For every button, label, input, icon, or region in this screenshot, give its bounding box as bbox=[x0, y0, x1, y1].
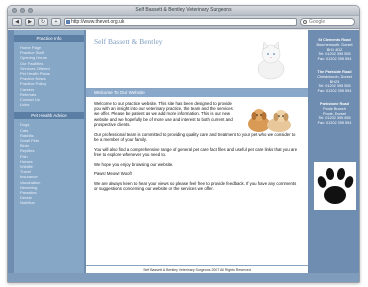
left-sidebar: Practice Info Home Page Practice Staff O… bbox=[14, 30, 84, 273]
url-text: http://www.thevet.org.uk bbox=[71, 19, 125, 25]
branch-parkstone: Parkstone Road Poole Branch Poole, Dorse… bbox=[310, 102, 359, 126]
branch-parkside: The Parkside Road Christchurch, Dorset B… bbox=[310, 70, 359, 94]
welcome-heading: Welcome To Our Website bbox=[86, 89, 308, 97]
main-content: Self Bassett & Bentley Welcome To Our We… bbox=[86, 30, 308, 273]
reload-button[interactable]: ↻ bbox=[38, 18, 48, 26]
health-panel-title: Pet Health Advice bbox=[14, 112, 84, 120]
search-icon bbox=[303, 20, 307, 24]
health-item[interactable]: Nutrition bbox=[20, 200, 81, 205]
page-footer: Self Bassett & Bentley Veterinary Surgeo… bbox=[86, 265, 308, 273]
sidebar-nav: Home Page Practice Staff Opening Hours O… bbox=[14, 42, 84, 107]
branch-line: Christchurch, Dorset BH23 bbox=[317, 74, 352, 84]
cat-photo bbox=[257, 41, 285, 80]
back-button[interactable]: ◀ bbox=[12, 18, 22, 26]
title-bar: Self Bassett & Bentley Veterinary Surgeo… bbox=[8, 6, 359, 16]
enjoy-paragraph: We hope you enjoy browsing our website. bbox=[94, 161, 174, 167]
right-sidebar: St Clements Road Bournemouth, Dorset BH1… bbox=[310, 30, 359, 273]
signoff-paragraph: Paws! Meow! Woof! bbox=[94, 171, 132, 177]
address-bar[interactable]: http://www.thevet.org.uk bbox=[64, 18, 297, 26]
sidebar-title: Practice Info bbox=[14, 35, 84, 42]
web-page: Practice Info Home Page Practice Staff O… bbox=[8, 30, 359, 282]
factfile-paragraph: You will also find a comprehensive range… bbox=[94, 146, 298, 157]
puppies-photo bbox=[248, 109, 291, 132]
search-placeholder: Google bbox=[309, 19, 326, 25]
forward-button[interactable]: ▶ bbox=[25, 18, 35, 26]
sidebar-item-links[interactable]: Links bbox=[20, 102, 81, 107]
page-bottom-strip bbox=[8, 273, 359, 282]
branch-line: Fax: 01202 395 554 bbox=[317, 57, 352, 62]
browser-toolbar: ◀ ▶ ↻ + http://www.thevet.org.uk Google bbox=[8, 16, 359, 29]
branch-line: Fax: 01202 395 554 bbox=[317, 121, 352, 126]
browser-window: Self Bassett & Bentley Veterinary Surgeo… bbox=[7, 5, 360, 283]
search-input[interactable]: Google bbox=[300, 18, 355, 26]
branch-st-clements: St Clements Road Bournemouth, Dorset BH1… bbox=[310, 38, 359, 62]
paw-print-icon bbox=[314, 162, 356, 210]
site-banner: Self Bassett & Bentley bbox=[86, 30, 308, 89]
feedback-paragraph: We are always keen to hear your views so… bbox=[94, 181, 297, 192]
health-nav: Dogs Cats Rabbits Small Pets Birds Repti… bbox=[14, 119, 84, 205]
branch-line: Fax: 01202 395 554 bbox=[317, 89, 352, 94]
intro-paragraph: Welcome to our practice website. This si… bbox=[94, 101, 233, 127]
add-bookmark-button[interactable]: + bbox=[51, 18, 61, 26]
site-logo[interactable]: Self Bassett & Bentley bbox=[94, 37, 163, 46]
window-title: Self Bassett & Bentley Veterinary Surgeo… bbox=[135, 7, 232, 13]
favicon-icon bbox=[66, 20, 70, 24]
branch-line: Bournemouth, Dorset BH1 4DZ bbox=[316, 42, 353, 52]
